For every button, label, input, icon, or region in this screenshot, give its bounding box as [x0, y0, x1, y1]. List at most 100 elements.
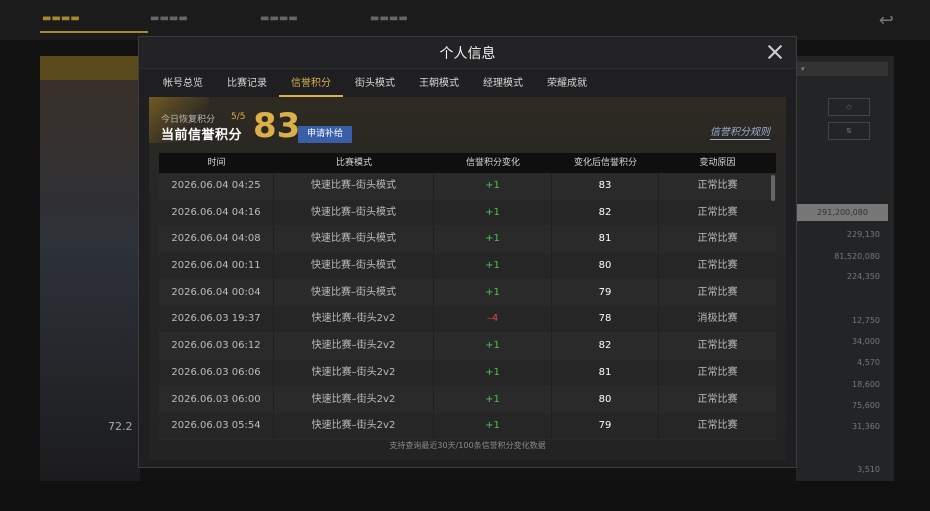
close-icon[interactable]: [766, 43, 784, 61]
background-stat-value: 81,520,080: [834, 252, 880, 261]
cell-after: 79: [552, 279, 659, 306]
cell-change: +1: [434, 333, 552, 359]
cell-change: +1: [434, 226, 552, 253]
cell-time: 2026.06.03 06:00: [159, 386, 274, 413]
cell-time: 2026.06.04 04:25: [159, 173, 274, 199]
background-stat-value: 3,510: [857, 465, 880, 474]
background-top-nav: [0, 0, 930, 40]
cell-after: 81: [552, 226, 659, 253]
modal-tabs: 帐号总览 比赛记录 信誉积分 街头模式 王朝模式 经理模式 荣耀成就: [151, 73, 599, 97]
cell-change: +1: [434, 413, 552, 439]
background-player-card: [40, 56, 140, 481]
column-header-reason: 变动原因: [699, 158, 736, 168]
column-header-mode: 比赛模式: [335, 158, 372, 168]
cell-mode: 快速比赛–街头模式: [274, 226, 434, 253]
cell-time: 2026.06.03 06:06: [159, 359, 274, 386]
back-icon: ↩: [878, 10, 894, 31]
cell-after: 80: [552, 386, 659, 413]
background-nav-item: ▬▬▬▬: [370, 13, 408, 24]
background-highlight-row: 291,200,080: [797, 204, 888, 221]
background-button: ◇: [828, 98, 870, 116]
tab-account-overview[interactable]: 帐号总览: [151, 73, 215, 97]
cell-time: 2026.06.03 19:37: [159, 306, 274, 333]
background-stat-value: 229,130: [846, 230, 880, 239]
background-player-rating: 72.2: [108, 420, 133, 433]
cell-time: 2026.06.04 00:11: [159, 253, 274, 279]
background-bottom-bar: [0, 481, 930, 511]
cell-time: 2026.06.03 05:54: [159, 413, 274, 439]
table-row: 2026.06.04 04:25 快速比赛–街头模式 +1 83 正常比赛: [159, 173, 776, 200]
cell-after: 82: [552, 199, 659, 226]
table-row: 2026.06.04 04:08 快速比赛–街头模式 +1 81 正常比赛: [159, 226, 776, 254]
table-scrollbar[interactable]: [771, 175, 775, 201]
cell-mode: 快速比赛–街头2v2: [274, 306, 434, 333]
background-stat-value: 31,360: [852, 422, 880, 431]
tab-credit-score[interactable]: 信誉积分: [279, 73, 343, 97]
background-select: ▾: [797, 62, 888, 76]
tab-street-mode[interactable]: 街头模式: [343, 73, 407, 97]
query-limit-note: 支持查询最近30天/100条信誉积分变化数据: [389, 441, 546, 450]
background-nav-item: ▬▬▬▬: [150, 13, 188, 24]
modal-title: 个人信息: [439, 46, 496, 62]
cell-reason: 消极比赛: [697, 313, 738, 325]
table-header: 时间 比赛模式 信誉积分变化 变化后信誉积分 变动原因: [159, 153, 776, 173]
credit-rules-link[interactable]: 信誉积分规则: [710, 123, 770, 140]
tab-honor-achievements[interactable]: 荣耀成就: [535, 73, 599, 97]
background-nav-item: ▬▬▬▬: [42, 13, 80, 24]
table-row: 2026.06.03 06:00 快速比赛–街头2v2 +1 80 正常比赛: [159, 386, 776, 414]
tab-dynasty-mode[interactable]: 王朝模式: [407, 73, 471, 97]
background-button: ⇅: [828, 122, 870, 140]
cell-reason: 正常比赛: [697, 260, 738, 272]
cell-mode: 快速比赛–街头2v2: [274, 413, 434, 439]
cell-after: 83: [552, 173, 659, 199]
cell-change: +1: [434, 253, 552, 279]
cell-mode: 快速比赛–街头2v2: [274, 359, 434, 386]
cell-change: +1: [434, 359, 552, 386]
table-row: 2026.06.04 04:16 快速比赛–街头模式 +1 82 正常比赛: [159, 199, 776, 227]
personal-info-modal: 个人信息 帐号总览 比赛记录 信誉积分 街头模式 王朝模式 经理模式 荣耀成就 …: [138, 36, 797, 468]
cell-change: +1: [434, 173, 552, 199]
table-row: 2026.06.03 05:54 快速比赛–街头2v2 +1 79 正常比赛: [159, 413, 776, 440]
background-nav-item: ▬▬▬▬: [260, 13, 298, 24]
cell-mode: 快速比赛–街头2v2: [274, 386, 434, 413]
cell-reason: 正常比赛: [697, 393, 738, 405]
cell-mode: 快速比赛–街头2v2: [274, 333, 434, 359]
background-nav-underline: [40, 31, 148, 33]
cell-after: 82: [552, 333, 659, 359]
table-row: 2026.06.03 19:37 快速比赛–街头2v2 –4 78 消极比赛: [159, 306, 776, 334]
cell-mode: 快速比赛–街头模式: [274, 173, 434, 199]
credit-history-table: 时间 比赛模式 信誉积分变化 变化后信誉积分 变动原因 2026.06.04 0…: [159, 153, 776, 441]
background-stat-value: 4,570: [857, 358, 880, 367]
cell-reason: 正常比赛: [697, 180, 738, 191]
cell-change: +1: [434, 386, 552, 413]
cell-change: –4: [434, 306, 552, 333]
table-body[interactable]: 2026.06.04 04:25 快速比赛–街头模式 +1 83 正常比赛 2026.06…: [159, 173, 776, 441]
cell-time: 2026.06.03 06:12: [159, 333, 274, 359]
background-stats-panel: [796, 56, 894, 481]
cell-time: 2026.06.04 04:08: [159, 226, 274, 253]
current-credit-label: 当前信誉积分: [161, 128, 243, 143]
table-row: 2026.06.03 06:06 快速比赛–街头2v2 +1 81 正常比赛: [159, 359, 776, 387]
background-stat-value: 18,600: [852, 380, 880, 389]
tab-match-records[interactable]: 比赛记录: [215, 73, 279, 97]
column-header-time: 时间: [207, 158, 226, 168]
modal-header: 个人信息: [139, 37, 796, 69]
cell-time: 2026.06.04 04:16: [159, 199, 274, 226]
apply-supply-button[interactable]: 申请补给: [298, 126, 352, 143]
tab-manager-mode[interactable]: 经理模式: [471, 73, 535, 97]
background-stat-value: 12,750: [852, 316, 880, 325]
background-card-tab: [40, 56, 140, 80]
background-stat-value: 34,000: [852, 337, 880, 346]
cell-after: 79: [552, 413, 659, 439]
cell-reason: 正常比赛: [697, 340, 738, 352]
cell-reason: 正常比赛: [697, 366, 738, 378]
cell-reason: 正常比赛: [697, 206, 738, 218]
background-stat-value: 224,350: [846, 272, 880, 281]
column-header-after: 变化后信誉积分: [573, 158, 637, 168]
cell-after: 78: [552, 306, 659, 333]
cell-time: 2026.06.04 00:04: [159, 279, 274, 306]
cell-after: 81: [552, 359, 659, 386]
cell-reason: 正常比赛: [697, 286, 738, 298]
cell-change: +1: [434, 279, 552, 306]
cell-after: 80: [552, 253, 659, 279]
